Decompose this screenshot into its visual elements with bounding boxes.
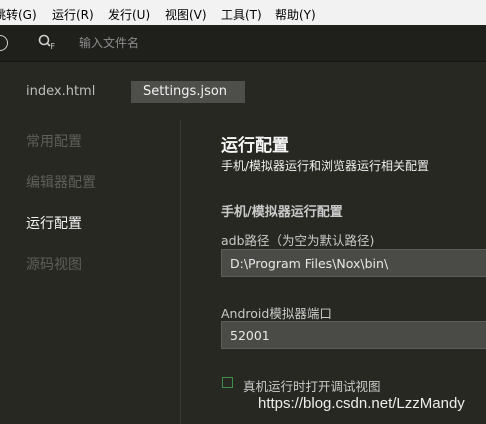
sidebar-divider [180, 120, 181, 424]
tab-index-html[interactable]: index.html [26, 81, 95, 103]
menu-view[interactable]: 视图(V) [165, 6, 207, 23]
adb-path-label: adb路径（为空为默认路径) [221, 233, 375, 248]
menu-publish[interactable]: 发行(U) [108, 6, 150, 23]
watermark: https://blog.csdn.net/LzzMandy [258, 395, 465, 412]
sidebar-item-common[interactable]: 常用配置 [26, 131, 82, 151]
top-toolbar: F [0, 25, 486, 62]
section-title: 手机/模拟器运行配置 [221, 205, 343, 220]
circle-icon[interactable] [0, 35, 8, 51]
menu-bar: 跳转(G) 运行(R) 发行(U) 视图(V) 工具(T) 帮助(Y) [0, 0, 486, 25]
file-search-input[interactable] [77, 33, 381, 53]
page-title: 运行配置 [221, 136, 289, 156]
tab-settings-json[interactable]: Settings.json [131, 81, 245, 103]
search-icon[interactable]: F [38, 34, 56, 52]
page-subtitle: 手机/模拟器运行和浏览器运行相关配置 [221, 159, 430, 173]
debug-view-checkbox[interactable] [222, 377, 233, 388]
sidebar-item-run[interactable]: 运行配置 [26, 213, 82, 233]
emulator-port-field[interactable] [221, 321, 486, 349]
menu-help[interactable]: 帮助(Y) [275, 6, 316, 23]
sidebar-item-editor[interactable]: 编辑器配置 [26, 172, 96, 192]
search-shortcut-label: F [51, 42, 56, 51]
menu-tools[interactable]: 工具(T) [221, 6, 262, 23]
menu-run[interactable]: 运行(R) [52, 6, 94, 23]
emulator-port-label: Android模拟器端口 [221, 306, 332, 321]
sidebar-item-source-view[interactable]: 源码视图 [26, 254, 82, 274]
debug-view-checkbox-label[interactable]: 真机运行时打开调试视图 [243, 376, 381, 395]
adb-path-field[interactable] [221, 249, 486, 277]
menu-goto[interactable]: 跳转(G) [0, 6, 37, 23]
